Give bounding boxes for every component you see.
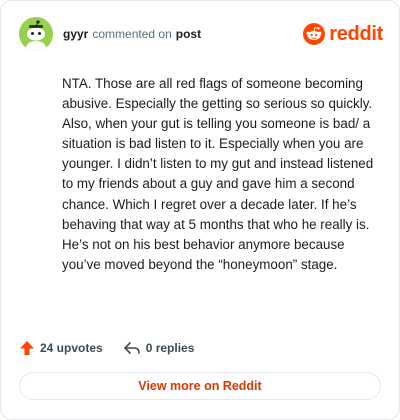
upvote-button[interactable]: 24 upvotes bbox=[19, 340, 103, 356]
comment-body: NTA. Those are all red flags of someone … bbox=[62, 76, 374, 272]
reddit-wordmark: reddit bbox=[329, 22, 383, 45]
avatar[interactable] bbox=[19, 17, 53, 51]
reply-button[interactable]: 0 replies bbox=[123, 340, 195, 356]
embed-card: gyyr commented on post reddit NTA. Those… bbox=[0, 0, 400, 420]
reply-arrow-icon bbox=[123, 342, 140, 354]
comment-meta: gyyr commented on post bbox=[63, 27, 201, 41]
commented-on-text: commented on bbox=[92, 27, 172, 41]
upvote-arrow-icon bbox=[20, 341, 34, 355]
comment-actions: 24 upvotes 0 replies bbox=[19, 337, 194, 359]
post-link[interactable]: post bbox=[176, 27, 201, 41]
comment-header: gyyr commented on post reddit bbox=[19, 17, 383, 51]
reply-count: 0 replies bbox=[145, 341, 195, 355]
view-more-button[interactable]: View more on Reddit bbox=[19, 372, 381, 400]
upvote-count: 24 upvotes bbox=[40, 341, 103, 355]
reddit-brand[interactable]: reddit bbox=[303, 23, 383, 46]
snoo-avatar-icon bbox=[19, 17, 53, 51]
reddit-logo-icon bbox=[303, 23, 326, 45]
username-link[interactable]: gyyr bbox=[63, 27, 88, 41]
